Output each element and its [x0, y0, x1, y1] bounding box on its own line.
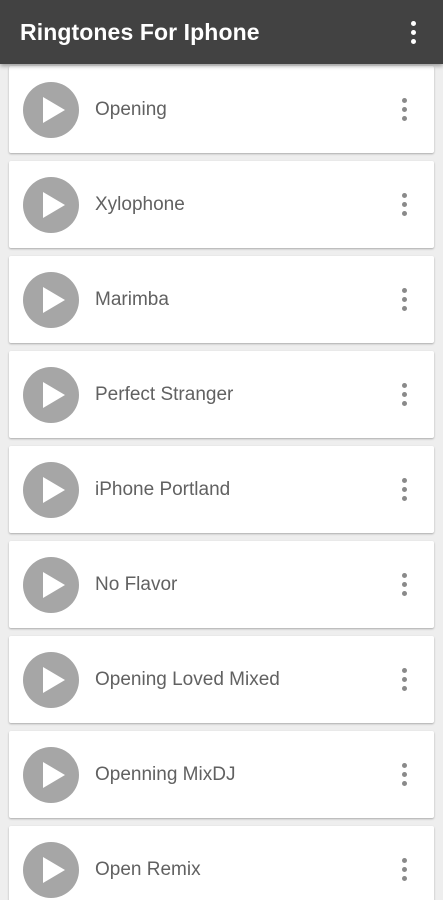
ringtone-card[interactable]: iPhone Portland — [9, 446, 434, 533]
ringtone-name: Openning MixDJ — [95, 763, 236, 785]
dot — [410, 20, 416, 26]
dot — [410, 38, 416, 44]
ringtone-name: iPhone Portland — [95, 478, 231, 500]
more-vert-icon[interactable] — [392, 565, 416, 605]
ringtone-card[interactable]: Marimba — [9, 256, 434, 343]
ringtone-card[interactable]: Open Remix — [9, 826, 434, 900]
play-icon[interactable] — [23, 651, 79, 708]
dot — [401, 401, 407, 406]
app-toolbar: Ringtones For Iphone — [0, 0, 443, 64]
ringtone-name: Opening Loved Mixed — [95, 668, 280, 690]
ringtone-card[interactable]: Perfect Stranger — [9, 351, 434, 438]
ringtone-name: Perfect Stranger — [95, 383, 234, 405]
play-icon[interactable] — [23, 271, 79, 328]
ringtone-name: Opening — [95, 98, 167, 120]
dot — [401, 677, 407, 682]
ringtone-card[interactable]: Opening — [9, 66, 434, 153]
play-icon[interactable] — [23, 841, 79, 898]
dot — [401, 573, 407, 578]
dot — [401, 392, 407, 397]
play-icon[interactable] — [23, 176, 79, 233]
app-screen: Ringtones For Iphone Opening Xylophone Mar… — [0, 0, 443, 900]
dot — [401, 496, 407, 501]
play-icon[interactable] — [23, 461, 79, 518]
dot — [401, 288, 407, 293]
dot — [401, 781, 407, 786]
play-icon[interactable] — [23, 556, 79, 613]
dot — [401, 867, 407, 872]
dot — [401, 383, 407, 388]
ringtone-list: Opening Xylophone Marimba Perfect Stranger i… — [0, 64, 443, 900]
dot — [401, 858, 407, 863]
dot — [401, 668, 407, 673]
dot — [401, 297, 407, 302]
dot — [401, 487, 407, 492]
ringtone-card[interactable]: Openning MixDJ — [9, 731, 434, 818]
more-vert-icon[interactable] — [392, 280, 416, 320]
more-vert-icon[interactable] — [392, 660, 416, 700]
dot — [401, 202, 407, 207]
play-icon[interactable] — [23, 366, 79, 423]
more-vert-icon[interactable] — [392, 850, 416, 890]
dot — [401, 107, 407, 112]
dot — [401, 98, 407, 103]
dot — [401, 591, 407, 596]
dot — [401, 763, 407, 768]
dot — [401, 582, 407, 587]
dot — [401, 193, 407, 198]
more-vert-icon[interactable] — [392, 90, 416, 130]
ringtone-name: Xylophone — [95, 193, 185, 215]
app-title: Ringtones For Iphone — [20, 18, 260, 45]
ringtone-card[interactable]: Xylophone — [9, 161, 434, 248]
dot — [401, 116, 407, 121]
play-icon[interactable] — [23, 81, 79, 138]
dot — [401, 876, 407, 881]
dot — [401, 306, 407, 311]
dot — [401, 772, 407, 777]
ringtone-card[interactable]: No Flavor — [9, 541, 434, 628]
more-vert-icon[interactable] — [392, 755, 416, 795]
ringtone-card[interactable]: Opening Loved Mixed — [9, 636, 434, 723]
dot — [401, 211, 407, 216]
dot — [410, 29, 416, 35]
ringtone-name: No Flavor — [95, 573, 178, 595]
ringtone-name: Marimba — [95, 288, 169, 310]
more-vert-icon[interactable] — [392, 185, 416, 225]
dot — [401, 478, 407, 483]
ringtone-name: Open Remix — [95, 858, 201, 880]
more-vert-icon[interactable] — [392, 470, 416, 510]
toolbar-overflow-menu-icon[interactable] — [401, 14, 425, 50]
more-vert-icon[interactable] — [392, 375, 416, 415]
dot — [401, 686, 407, 691]
play-icon[interactable] — [23, 746, 79, 803]
